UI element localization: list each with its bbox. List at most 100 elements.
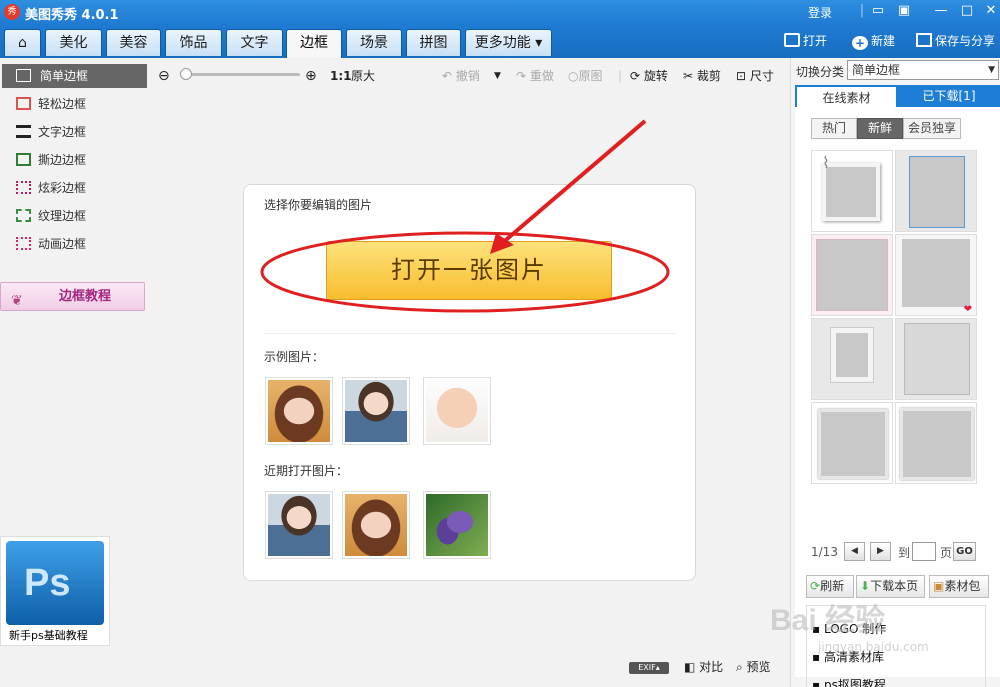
actual-size-icon[interactable]: 1:1 xyxy=(330,67,352,85)
redo-button[interactable]: ↷ 重做 xyxy=(516,67,554,85)
sample-image[interactable] xyxy=(265,377,333,445)
crop-button[interactable]: ✂ 裁剪 xyxy=(683,67,721,85)
original-image-button[interactable]: ○原图 xyxy=(568,67,603,85)
baidu-watermark: Bai 经验 xyxy=(770,604,886,637)
undo-button[interactable]: ↶ 撤销 xyxy=(442,67,480,85)
main-tab-bar: ⌂ 美化 美容 饰品 文字 边框 场景 拼图 更多功能 ▾ 打开 + 新建 保存与… xyxy=(0,25,1000,58)
exif-button[interactable]: EXIF▴ xyxy=(629,662,669,674)
recent-images-title: 近期打开图片： xyxy=(264,464,349,478)
tab-more[interactable]: 更多功能 ▾ xyxy=(465,29,552,56)
preview-button[interactable]: ⌕ 预览 xyxy=(736,658,771,676)
tab-scene[interactable]: 场景 xyxy=(346,29,402,56)
filter-hot[interactable]: 热门 xyxy=(811,118,857,139)
border-thumbnail[interactable]: ⌇ xyxy=(811,150,893,232)
sidebar-item-torn-border[interactable]: 撕边边框 xyxy=(0,148,147,172)
page-label: 页 xyxy=(940,546,953,560)
material-tabs: 在线素材 已下载[1] xyxy=(795,85,1000,107)
sidebar-item-colorful-border[interactable]: 炫彩边框 xyxy=(0,176,147,200)
material-pack-button[interactable]: ▣素材包 xyxy=(929,575,989,598)
compare-button[interactable]: ◧ 对比 xyxy=(684,658,723,676)
sample-image[interactable] xyxy=(342,377,410,445)
recent-image[interactable] xyxy=(423,491,491,559)
resize-button[interactable]: ⊡ 尺寸 xyxy=(736,67,774,85)
filter-vip[interactable]: 会员独享 xyxy=(903,118,961,139)
go-button[interactable]: GO xyxy=(953,542,976,561)
redo-icon: ↷ xyxy=(516,69,530,83)
title-bar: 秀 美图秀秀 4.0.1 登录 | ▭ ▣ — □ ✕ xyxy=(0,0,1000,25)
border-thumbnail[interactable] xyxy=(895,150,977,232)
undo-icon: ↶ xyxy=(442,69,456,83)
open-button-top[interactable]: 打开 xyxy=(784,31,827,51)
link-ps-cutout[interactable]: ▪ ps抠图教程 xyxy=(812,676,886,687)
sidebar-item-animated-border[interactable]: 动画边框 xyxy=(0,232,147,256)
text-border-icon xyxy=(16,125,31,138)
torn-border-icon xyxy=(16,153,31,166)
recent-image[interactable] xyxy=(342,491,410,559)
border-tutorial-button[interactable]: ❦ 边框教程 xyxy=(0,282,145,311)
hand-icon: ❦ xyxy=(11,293,23,309)
rotate-button[interactable]: ⟳ 旋转 xyxy=(630,67,668,85)
maximize-icon[interactable]: □ xyxy=(958,2,976,20)
ps-logo-icon: Ps xyxy=(6,541,104,625)
menu-icon[interactable]: ▣ xyxy=(895,2,913,20)
prev-page-button[interactable]: ◀ xyxy=(844,542,865,561)
easy-border-icon xyxy=(16,97,31,110)
tab-home[interactable]: ⌂ xyxy=(4,29,41,56)
border-thumbnail[interactable]: ❤ xyxy=(895,234,977,316)
new-button[interactable]: + 新建 xyxy=(852,31,895,51)
border-thumbnail[interactable] xyxy=(811,402,893,484)
border-thumbnail[interactable] xyxy=(811,234,893,316)
original-size-button[interactable]: 原大 xyxy=(351,67,375,85)
filter-new[interactable]: 新鲜 xyxy=(857,118,903,139)
undo-dropdown-icon[interactable]: ▼ xyxy=(494,67,501,85)
border-thumbnail[interactable] xyxy=(811,318,893,400)
panel-divider xyxy=(264,333,676,334)
next-page-button[interactable]: ▶ xyxy=(870,542,891,561)
resize-icon: ⊡ xyxy=(736,69,750,83)
tab-accessories[interactable]: 饰品 xyxy=(165,29,222,56)
tab-beauty[interactable]: 美容 xyxy=(106,29,161,56)
tab-beautify[interactable]: 美化 xyxy=(45,29,102,56)
zoom-slider-thumb[interactable] xyxy=(180,68,192,80)
sample-image[interactable] xyxy=(423,377,491,445)
sidebar-item-text-border[interactable]: 文字边框 xyxy=(0,120,147,144)
tab-online-materials[interactable]: 在线素材 xyxy=(797,87,896,107)
baidu-watermark-url: jingyan.baidu.com xyxy=(818,640,929,654)
ps-promo-label: 新手ps基础教程 xyxy=(9,629,88,642)
recent-image[interactable] xyxy=(265,491,333,559)
zoom-out-icon[interactable]: ⊖ xyxy=(158,67,170,85)
ps-tutorial-promo[interactable]: Ps 新手ps基础教程 xyxy=(0,536,110,646)
save-share-button[interactable]: 保存与分享 xyxy=(916,31,995,51)
panel-title: 选择你要编辑的图片 xyxy=(264,198,373,212)
switch-category-label: 切换分类 xyxy=(796,65,845,79)
folder-icon xyxy=(784,33,800,47)
login-link[interactable]: 登录 xyxy=(808,4,832,21)
scissors-icon: ✂ xyxy=(683,69,697,83)
plus-icon: + xyxy=(852,36,868,50)
sidebar-item-easy-border[interactable]: 轻松边框 xyxy=(0,92,147,116)
category-select[interactable]: 简单边框 ▼ xyxy=(847,60,999,80)
toolbar-divider: | xyxy=(618,69,623,83)
goto-label: 到 xyxy=(898,546,911,560)
material-panel: 切换分类 简单边框 ▼ 在线素材 已下载[1] 热门 新鲜 会员独享 ⌇ ❤ 1… xyxy=(790,58,1000,687)
open-image-button[interactable]: 打开一张图片 xyxy=(326,241,612,300)
zoom-in-icon[interactable]: ⊕ xyxy=(305,67,317,85)
close-icon[interactable]: ✕ xyxy=(982,2,1000,20)
sidebar-item-simple-border[interactable]: 简单边框 xyxy=(2,64,147,88)
minimize-icon[interactable]: — xyxy=(932,2,950,20)
package-icon: ▣ xyxy=(933,579,945,593)
rotate-icon: ⟳ xyxy=(630,69,644,83)
material-list: 热门 新鲜 会员独享 ⌇ ❤ 1/13 ◀ ▶ 到 页 GO ⟳刷新 ⬇下载本页… xyxy=(795,107,1000,687)
tab-downloaded[interactable]: 已下载[1] xyxy=(899,85,999,107)
border-thumbnail[interactable] xyxy=(895,318,977,400)
original-icon: ○ xyxy=(568,69,579,83)
zoom-slider[interactable] xyxy=(180,68,300,80)
tab-collage[interactable]: 拼图 xyxy=(406,29,461,56)
tab-border[interactable]: 边框 xyxy=(286,29,342,58)
page-number-input[interactable] xyxy=(912,542,936,561)
sidebar-item-texture-border[interactable]: 纹理边框 xyxy=(0,204,147,228)
border-thumbnail[interactable] xyxy=(895,402,977,484)
page-info: 1/13 xyxy=(811,545,838,559)
tab-text[interactable]: 文字 xyxy=(226,29,283,56)
feedback-icon[interactable]: ▭ xyxy=(869,2,887,20)
